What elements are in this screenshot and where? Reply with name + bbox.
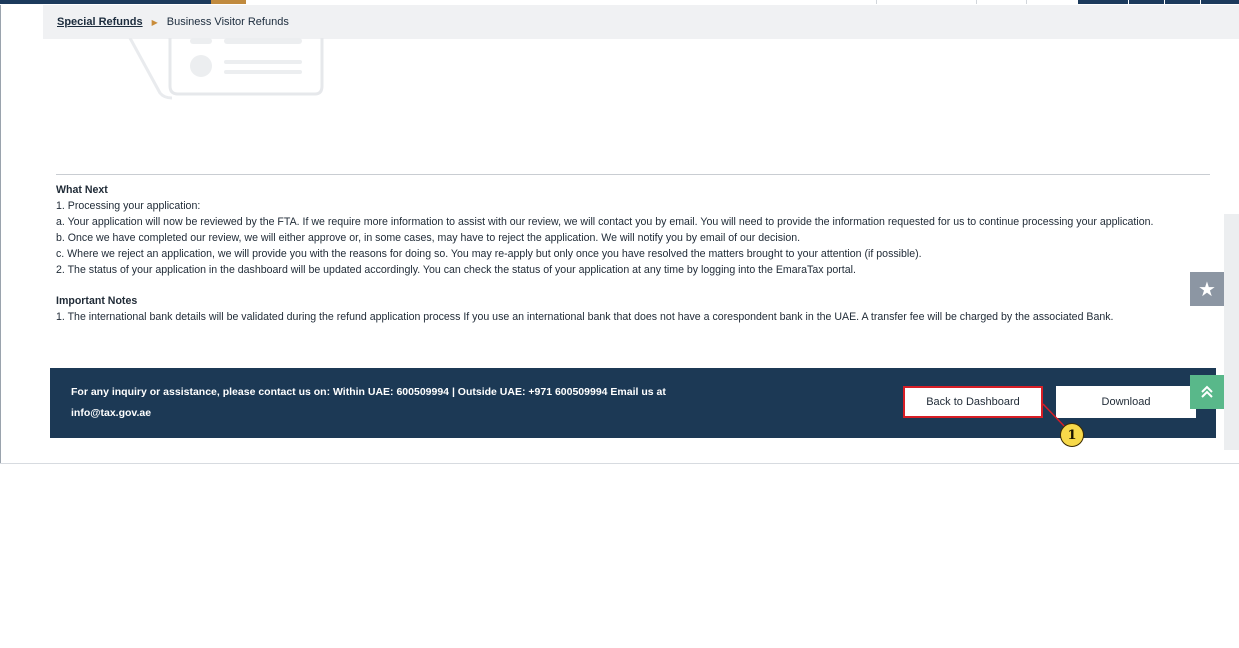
section-divider xyxy=(56,174,1210,175)
what-next-line: b. Once we have completed our review, we… xyxy=(56,232,801,244)
important-notes-line: 1. The international bank details will b… xyxy=(56,311,1114,323)
nav-segment xyxy=(1165,0,1200,4)
breadcrumb-link-special-refunds[interactable]: Special Refunds xyxy=(57,16,143,28)
what-next-line: 1. Processing your application: xyxy=(56,200,201,212)
double-chevron-up-icon-glyph xyxy=(1201,385,1213,398)
info-content: What Next 1. Processing your application… xyxy=(56,182,1206,325)
left-border xyxy=(0,0,1,463)
nav-segment xyxy=(1026,0,1079,4)
nav-segment xyxy=(1129,0,1164,4)
contact-info: For any inquiry or assistance, please co… xyxy=(71,382,771,424)
contact-line: For any inquiry or assistance, please co… xyxy=(71,386,666,398)
nav-segment xyxy=(976,0,1027,4)
double-chevron-up-icon[interactable] xyxy=(1190,375,1224,409)
triangle-right-icon: ▶ xyxy=(151,17,158,27)
viewport-bottom-edge xyxy=(0,463,1239,464)
nav-segment-active xyxy=(211,0,246,4)
what-next-line: a. Your application will now be reviewed… xyxy=(56,216,1154,228)
what-next-line: 2. The status of your application in the… xyxy=(56,264,856,276)
what-next-line: c. Where we reject an application, we wi… xyxy=(56,248,922,260)
nav-segment xyxy=(0,0,211,4)
star-icon[interactable]: ★ xyxy=(1190,272,1224,306)
contact-email[interactable]: info@tax.gov.ae xyxy=(71,403,771,424)
breadcrumb-current: Business Visitor Refunds xyxy=(166,16,289,28)
nav-segment xyxy=(1201,0,1239,4)
callout-number-badge: 1 xyxy=(1060,423,1084,447)
nav-segment xyxy=(876,0,977,4)
scrollbar-track[interactable] xyxy=(1224,214,1239,450)
download-button[interactable]: Download xyxy=(1056,386,1196,418)
back-to-dashboard-button[interactable]: Back to Dashboard xyxy=(903,386,1043,418)
nav-segment xyxy=(1078,0,1128,4)
what-next-heading: What Next xyxy=(56,184,108,196)
document-illustration-icon xyxy=(128,38,324,100)
breadcrumb: Special Refunds ▶ Business Visitor Refun… xyxy=(43,5,1239,39)
page-viewport: Special Refunds ▶ Business Visitor Refun… xyxy=(0,0,1239,463)
footer-bar: For any inquiry or assistance, please co… xyxy=(50,368,1216,438)
important-notes-heading: Important Notes xyxy=(56,295,138,307)
